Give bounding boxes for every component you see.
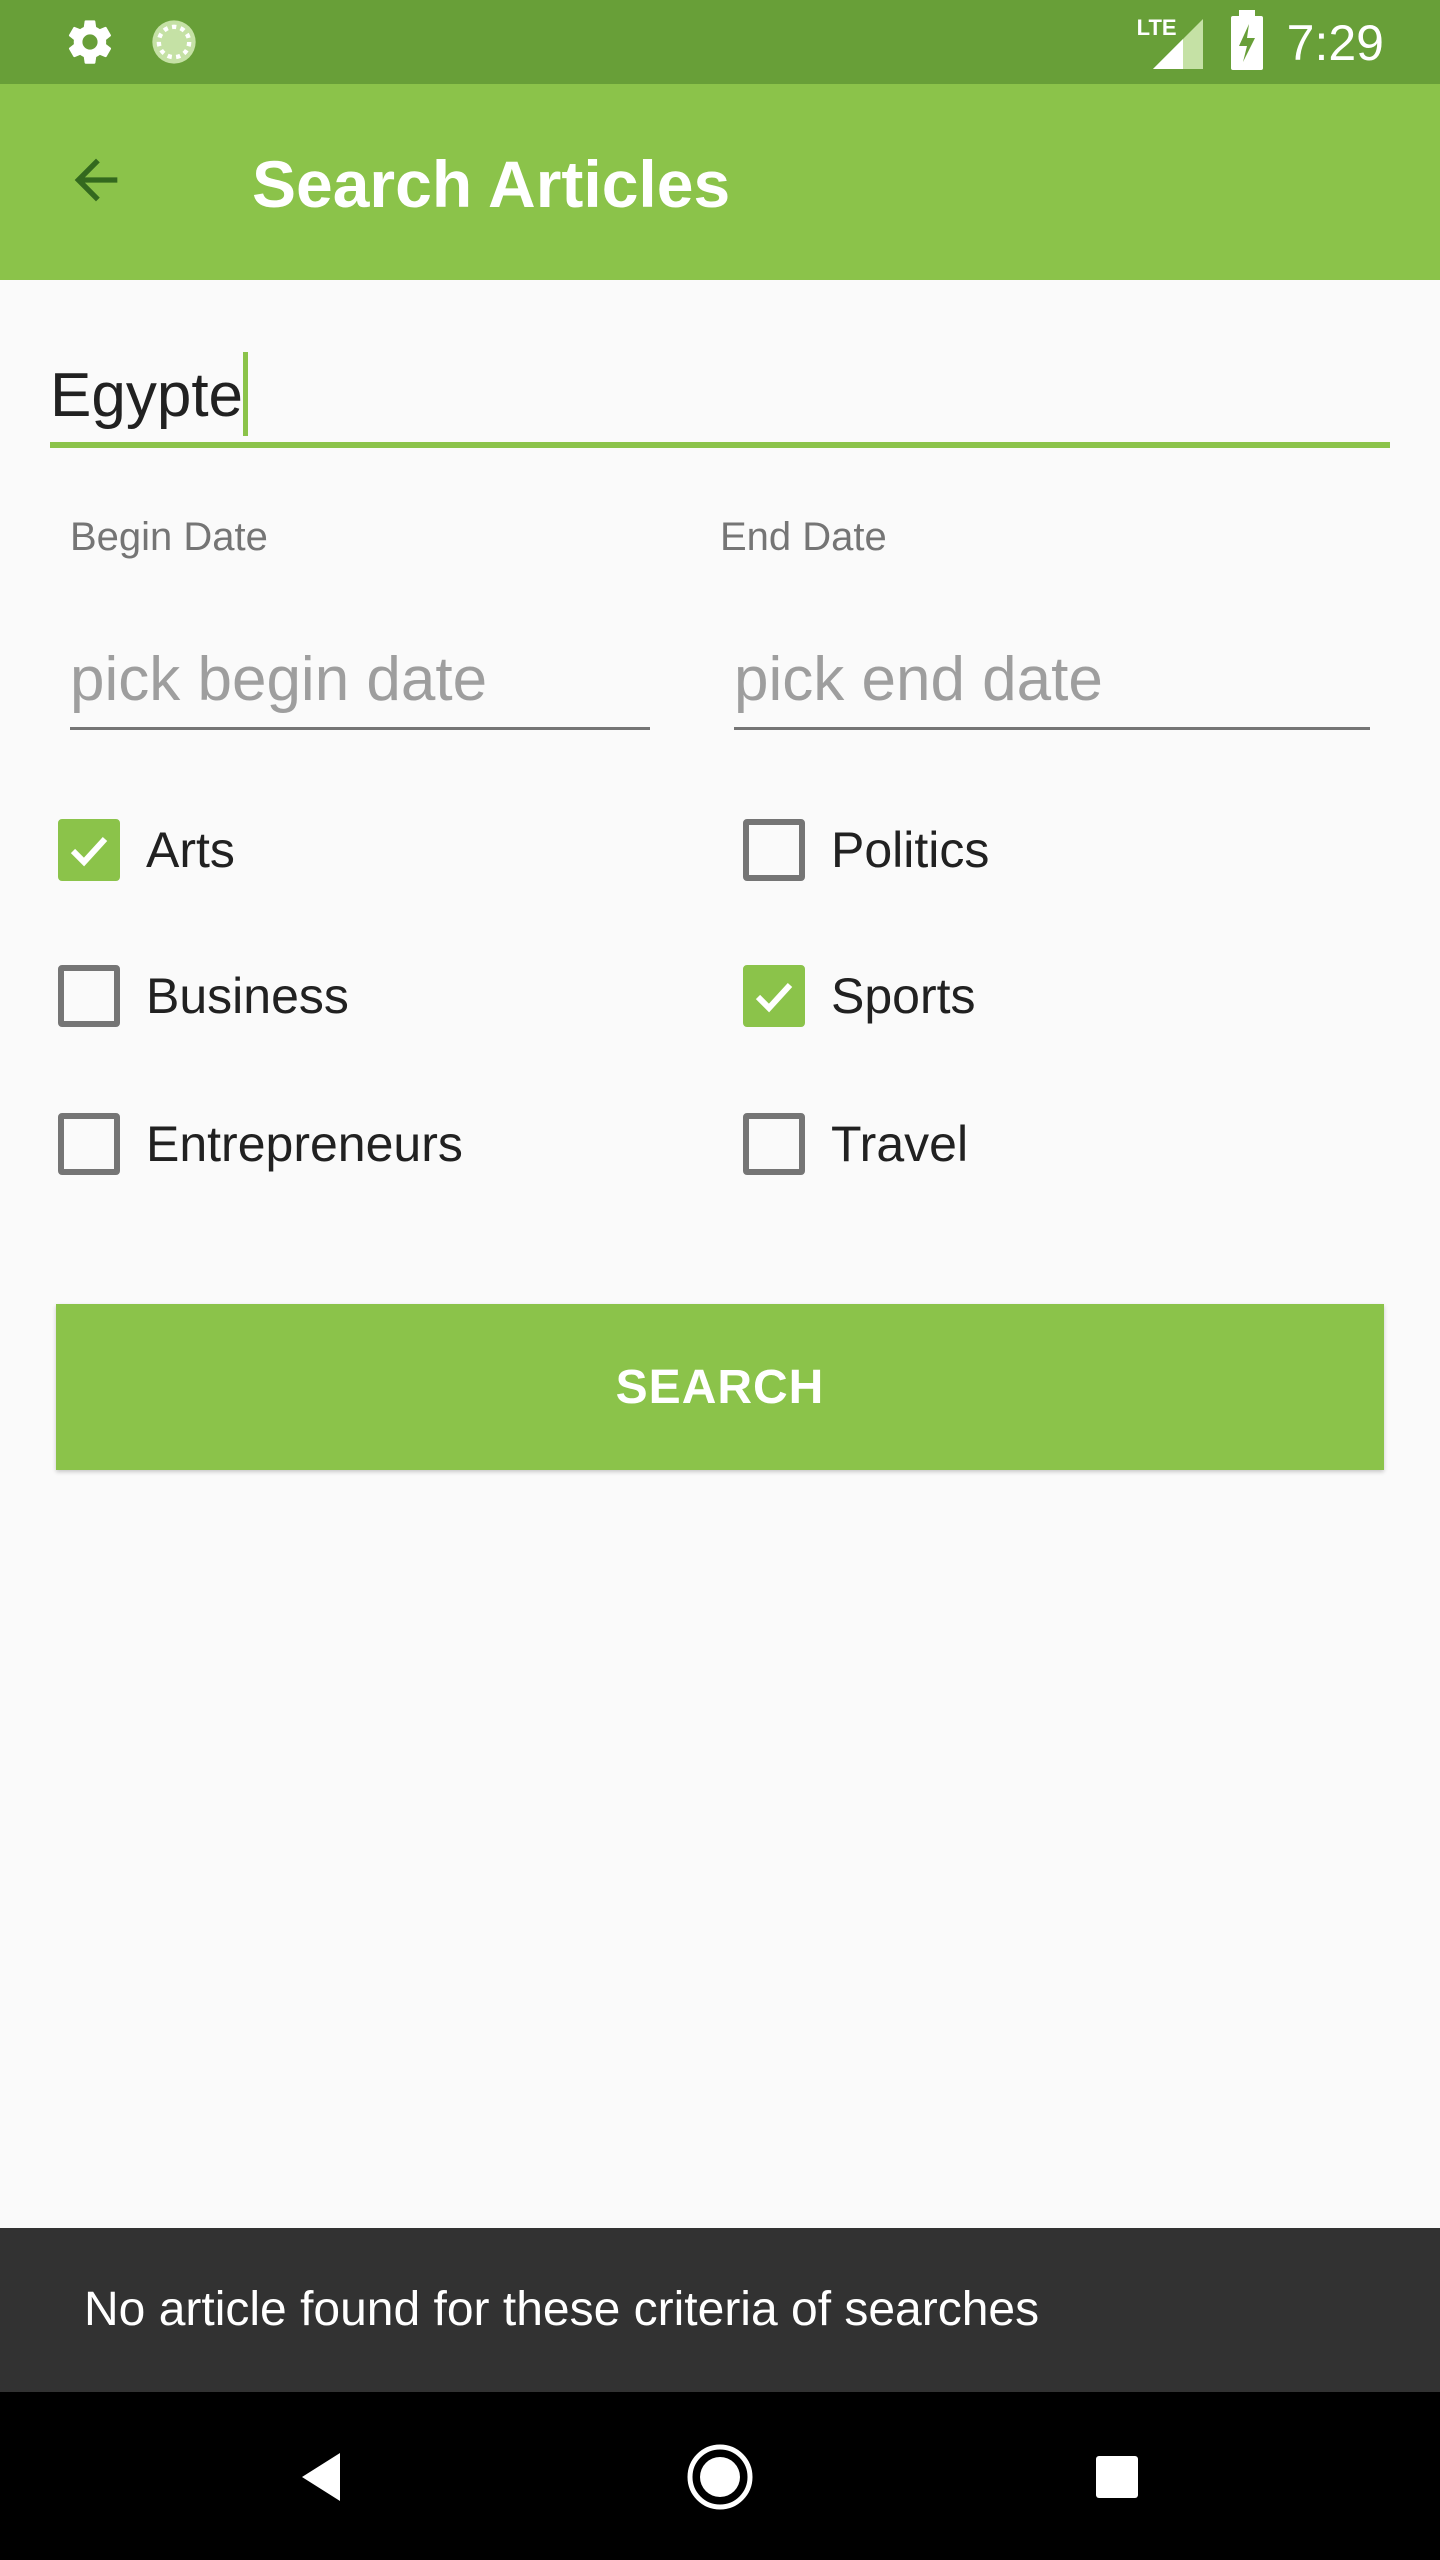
begin-date-field[interactable]: pick begin date: [70, 630, 650, 730]
snackbar-message: No article found for these criteria of s…: [84, 2283, 1040, 2336]
checkbox-unchecked[interactable]: [743, 819, 805, 881]
category-politics[interactable]: Politics: [743, 810, 989, 890]
category-business[interactable]: Business: [58, 956, 349, 1036]
category-entrepreneurs[interactable]: Entrepreneurs: [58, 1104, 463, 1184]
system-nav-bar: [0, 2392, 1440, 2560]
lte-signal-icon: LTE: [1137, 11, 1207, 75]
gear-icon: [64, 16, 116, 73]
check-icon: [70, 836, 108, 867]
status-left-icons: [64, 16, 200, 73]
status-right-icons: LTE 7:29: [1137, 10, 1384, 75]
snackbar: No article found for these criteria of s…: [0, 2228, 1440, 2392]
nav-home-button[interactable]: [675, 2432, 765, 2522]
app-bar: Search Articles: [0, 84, 1440, 280]
back-button[interactable]: [48, 134, 144, 230]
screen: LTE 7:29 Search Articles Egypte Begin Da…: [0, 0, 1440, 2560]
checkbox-unchecked[interactable]: [58, 965, 120, 1027]
arrow-back-icon: [64, 148, 128, 217]
text-cursor: [243, 352, 249, 436]
begin-date-label: Begin Date: [70, 515, 268, 559]
category-label: Entrepreneurs: [146, 1116, 463, 1172]
search-input-value: Egypte: [50, 361, 244, 430]
search-button-label: SEARCH: [615, 1360, 825, 1414]
battery-charging-icon: [1229, 10, 1265, 75]
status-bar: LTE 7:29: [0, 0, 1440, 84]
check-icon: [755, 982, 793, 1013]
category-label: Travel: [831, 1116, 969, 1172]
square-recents-icon: [1096, 2456, 1138, 2498]
category-label: Arts: [146, 822, 235, 878]
search-button[interactable]: SEARCH: [56, 1304, 1384, 1470]
category-sports[interactable]: Sports: [743, 956, 976, 1036]
checkbox-checked[interactable]: [58, 819, 120, 881]
end-date-label: End Date: [720, 515, 887, 559]
search-input[interactable]: Egypte: [50, 340, 1390, 448]
home-circle-icon: [687, 2444, 753, 2510]
sync-icon: [148, 16, 200, 73]
page-title: Search Articles: [252, 147, 731, 221]
category-arts[interactable]: Arts: [58, 810, 235, 890]
nav-back-button[interactable]: [276, 2432, 366, 2522]
status-time: 7:29: [1286, 14, 1384, 71]
category-label: Business: [146, 968, 349, 1024]
end-date-field[interactable]: pick end date: [734, 630, 1370, 730]
category-label: Sports: [831, 968, 976, 1024]
category-label: Politics: [831, 822, 990, 878]
category-travel[interactable]: Travel: [743, 1104, 968, 1184]
checkbox-unchecked[interactable]: [743, 1113, 805, 1175]
checkbox-unchecked[interactable]: [58, 1113, 120, 1175]
nav-recents-button[interactable]: [1072, 2432, 1162, 2522]
triangle-back-icon: [302, 2453, 340, 2501]
checkbox-checked[interactable]: [743, 965, 805, 1027]
